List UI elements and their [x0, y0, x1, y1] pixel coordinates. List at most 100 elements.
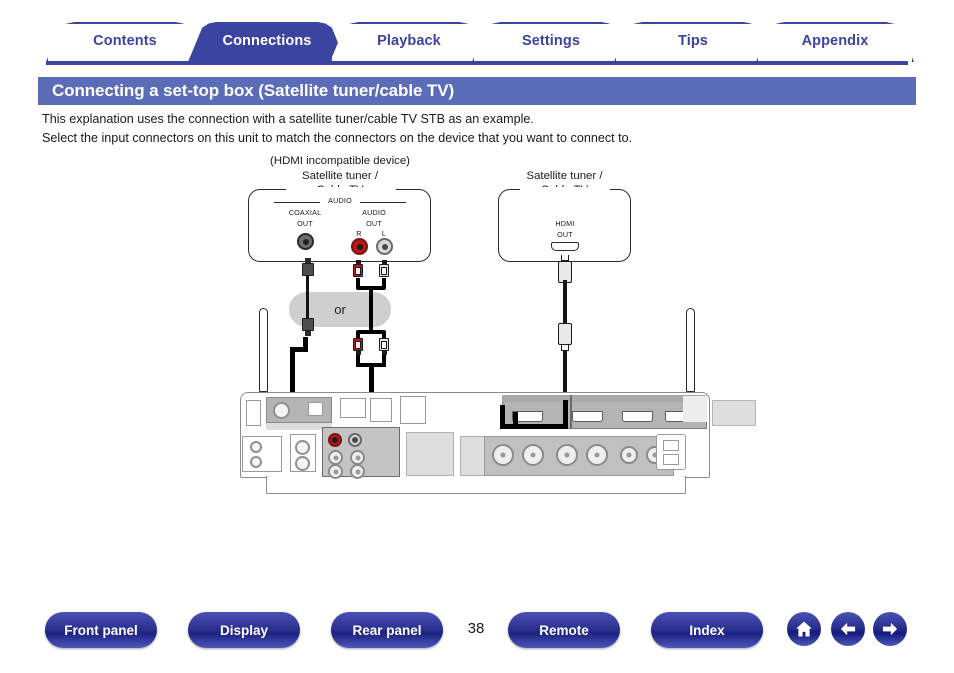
component-video-block: [406, 432, 454, 476]
tab-connections[interactable]: Connections: [188, 22, 346, 62]
audio-out-channel-r-label: R: [356, 229, 362, 238]
plug-body: [379, 338, 389, 351]
coaxial-out-label-line1: COAXIAL: [288, 208, 322, 217]
right-device-name-line1: Satellite tuner /: [526, 170, 603, 182]
av-receiver-rear-panel: [240, 308, 756, 508]
plug-body: [353, 338, 363, 351]
phono-jack: [295, 440, 310, 455]
arrow-left-icon[interactable]: [831, 612, 865, 646]
nav-index-button[interactable]: Index: [651, 612, 763, 648]
hdmi-out-port: [551, 242, 579, 251]
connection-diagram: (HDMI incompatible device) Satellite tun…: [0, 150, 954, 510]
tab-label: Playback: [377, 33, 441, 49]
jack-pin: [352, 437, 358, 443]
tab-playback[interactable]: Playback: [330, 22, 488, 62]
left-io-jack-b: [250, 456, 262, 468]
nav-front-panel-button[interactable]: Front panel: [45, 612, 157, 648]
jack-pin: [332, 437, 338, 443]
home-icon[interactable]: [787, 612, 821, 646]
phono-ground: [295, 456, 310, 471]
tab-bar: Contents Connections Playback Settings T…: [46, 22, 914, 64]
analog-in-jack-d: [350, 450, 365, 465]
usb-and-misc-block: [400, 396, 426, 424]
hdmi-cable-riser: [500, 412, 505, 428]
analog-in-jack-e: [328, 464, 343, 479]
bottom-navigation: Front panel Display Rear panel 38 Remote…: [0, 612, 954, 670]
hdmi-bank-divider: [570, 395, 572, 429]
tab-contents[interactable]: Contents: [46, 22, 204, 62]
intro-line-1: This explanation uses the connection wit…: [42, 112, 534, 126]
left-device-top-notch: [286, 187, 396, 191]
analog-in-jack-c: [328, 450, 343, 465]
speaker-terminal-2: [522, 444, 544, 466]
hdmi-cable-upper: [563, 280, 567, 325]
hdmi-cable-joint: [513, 412, 518, 414]
plug-body: [302, 318, 314, 331]
nav-rear-panel-button[interactable]: Rear panel: [331, 612, 443, 648]
tab-label: Connections: [222, 33, 312, 49]
hdmi-monitor-out-block: [712, 400, 756, 426]
audio-out-label-line2: OUT: [366, 219, 382, 228]
nav-button-label: Front panel: [64, 622, 138, 638]
audio-group-rule-right: [360, 202, 406, 203]
hdmi-out-label-line2: OUT: [557, 230, 573, 239]
optical-digital-in: [340, 398, 366, 418]
bluetooth-logo-area: [683, 396, 707, 422]
hdmi-out-label-line1: HDMI: [555, 219, 575, 228]
hdmi-cable-horizontal: [500, 424, 568, 429]
hdmi-plug-bottom: [558, 323, 572, 351]
rca-trunk: [369, 288, 373, 332]
tab-appendix[interactable]: Appendix: [756, 22, 914, 62]
plug-body: [558, 323, 572, 345]
left-io-jack-a: [250, 441, 262, 453]
coaxial-out-label-line2: OUT: [297, 219, 313, 228]
speaker-terminal-3: [556, 444, 578, 466]
hdmi-plug-top: [558, 255, 572, 283]
page-title: Connecting a set-top box (Satellite tune…: [52, 81, 455, 100]
right-device-top-notch: [520, 187, 610, 191]
plug-body: [302, 263, 314, 276]
speaker-terminal-1: [492, 444, 514, 466]
plug-body: [353, 264, 363, 277]
audio-out-jack-left: [376, 238, 393, 255]
page-number: 38: [467, 620, 485, 637]
ac-inlet-pin-top: [663, 440, 679, 451]
speaker-terminal-4: [586, 444, 608, 466]
chassis-foot-rail: [266, 476, 686, 494]
left-io-cluster: [242, 436, 282, 472]
tab-label: Settings: [522, 33, 580, 49]
jack-pin: [356, 243, 363, 250]
tab-label: Contents: [93, 33, 157, 49]
hdmi-in-3: [622, 411, 653, 422]
nav-button-label: Display: [219, 622, 269, 638]
tab-tips[interactable]: Tips: [614, 22, 772, 62]
tab-label: Tips: [678, 33, 708, 49]
page-title-bar: Connecting a set-top box (Satellite tune…: [38, 77, 916, 105]
ethernet-jack: [308, 402, 323, 416]
audio-out-channel-l-label: L: [381, 229, 387, 238]
rca-plug-top-right: [353, 260, 363, 277]
analog-in-jack-f: [350, 464, 365, 479]
rca-plug-bottom-left: [379, 338, 389, 355]
plug-neck: [305, 331, 311, 336]
antenna-f-connector: [273, 402, 290, 419]
nav-button-label: Remote: [539, 622, 589, 638]
nav-button-label: Rear panel: [352, 622, 422, 638]
nav-remote-button[interactable]: Remote: [508, 612, 620, 648]
antenna-right: [686, 308, 695, 392]
arrow-right-icon[interactable]: [873, 612, 907, 646]
am-antenna-terminals: [246, 400, 261, 426]
nav-button-label: Index: [689, 622, 725, 638]
speaker-terminal-5: [620, 446, 638, 464]
nav-display-button[interactable]: Display: [188, 612, 300, 648]
coaxial-out-jack: [297, 233, 314, 250]
intro-line-2: Select the input connectors on this unit…: [42, 131, 633, 145]
rca-plug-top-left: [379, 260, 389, 277]
rca-plug-bottom-right: [353, 338, 363, 355]
audio-out-label-line1: AUDIO: [362, 208, 386, 217]
tab-settings[interactable]: Settings: [472, 22, 630, 62]
antenna-left: [259, 308, 268, 392]
chassis-foot-left: [266, 476, 288, 493]
tab-underline: [46, 61, 908, 65]
left-device-name-line1: Satellite tuner /: [302, 170, 378, 182]
